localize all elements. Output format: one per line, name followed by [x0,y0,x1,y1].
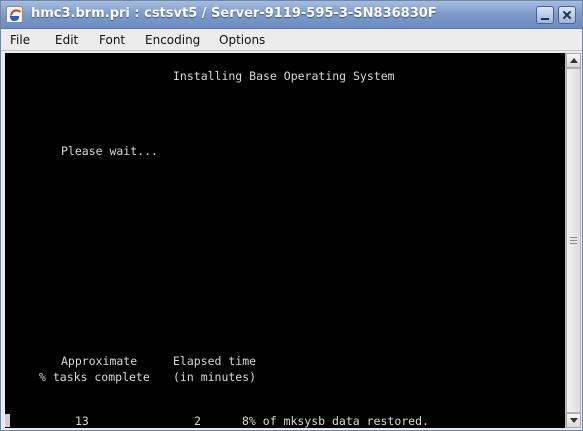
arrow-up-icon [570,58,578,63]
vertical-scrollbar[interactable] [565,53,581,428]
window-title: hmc3.brm.pri : cstsvt5 / Server-9119-595… [31,6,437,21]
elapsed-minutes-value: 2 [194,414,201,428]
menu-edit[interactable]: Edit [55,33,78,47]
menu-file[interactable]: File [10,33,30,47]
restore-status-message: 8% of mksysb data restored. [242,414,429,428]
terminal-cursor [5,414,10,427]
minimize-icon [541,18,549,20]
arrow-down-icon [570,418,578,423]
app-icon-cup [10,16,19,21]
close-button[interactable] [558,6,576,24]
menu-options[interactable]: Options [219,33,265,47]
minimize-button[interactable] [536,6,554,24]
percent-header-line1: Approximate [61,354,138,368]
terminal-window: hmc3.brm.pri : cstsvt5 / Server-9119-595… [0,0,583,431]
terminal-screen[interactable]: Installing Base Operating System Please … [5,53,565,428]
scroll-down-button[interactable] [566,413,581,428]
thumb-grip-line [570,240,577,241]
wait-message: Please wait... [61,144,158,158]
menu-font[interactable]: Font [99,33,125,47]
percent-complete-value: 13 [75,414,89,428]
java-coffee-cup-icon[interactable] [6,6,23,23]
menu-encoding[interactable]: Encoding [145,33,200,47]
percent-header-line2: % tasks complete [39,370,150,384]
elapsed-header-line1: Elapsed time [173,354,257,368]
thumb-grip-line [570,243,577,244]
title-bar[interactable]: hmc3.brm.pri : cstsvt5 / Server-9119-595… [1,1,582,29]
install-heading: Installing Base Operating System [173,69,395,83]
scrollbar-thumb[interactable] [566,68,581,413]
scroll-up-button[interactable] [566,53,581,68]
elapsed-header-line2: (in minutes) [173,370,257,384]
menu-bar: File Edit Font Encoding Options [1,29,582,51]
thumb-grip-line [570,237,577,238]
